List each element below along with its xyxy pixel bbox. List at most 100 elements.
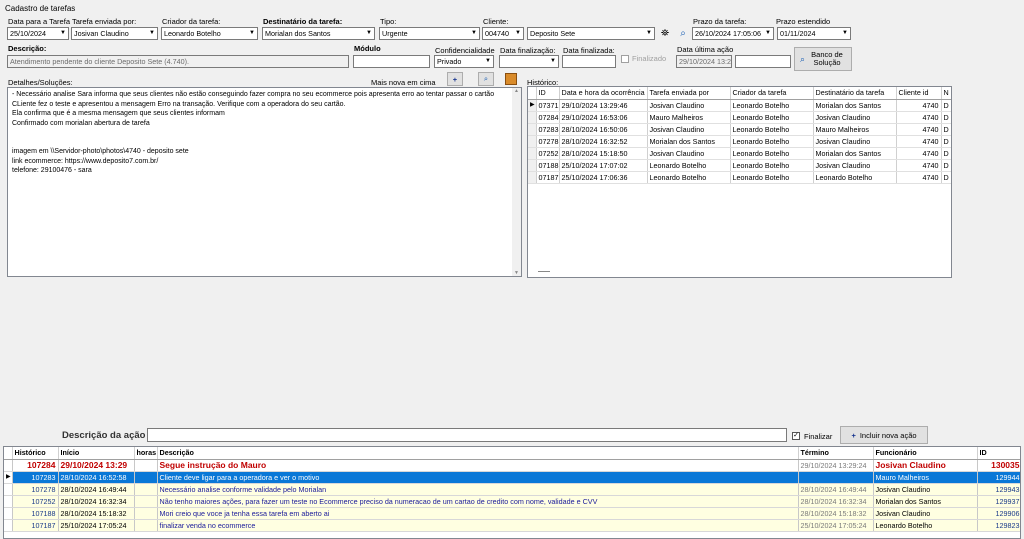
export-icon[interactable] (505, 73, 517, 85)
detalhes-textarea[interactable]: - Necessário analise Sara informa que se… (7, 87, 522, 277)
criador-select[interactable]: Leonardo Botelho ▼ (161, 27, 258, 40)
history-col-header[interactable]: ID (536, 87, 560, 100)
history-row[interactable]: 07278 28/10/2024 16:32:52 Morialan dos San… (528, 135, 951, 148)
chevron-down-icon[interactable]: ▼ (548, 56, 558, 67)
history-cell: Leonardo Botelho (730, 111, 814, 124)
actions-row[interactable]: 107278 28/10/2024 16:49:44 Necessário anal… (4, 483, 1020, 496)
magnifier-icon[interactable]: ⌕ (676, 27, 690, 40)
actions-row[interactable]: 107252 28/10/2024 16:32:34 Não tenho maior… (4, 495, 1020, 508)
actions-cell: 107188 (12, 507, 59, 520)
search-icon[interactable]: ⌕ (478, 72, 494, 86)
history-cell: Josivan Claudino (647, 147, 731, 160)
prazo-estendido-label: Prazo estendido (776, 17, 831, 26)
data-finalizacao-field[interactable]: ▼ (499, 55, 559, 68)
add-icon[interactable]: + (447, 72, 463, 86)
history-cell: Morialan dos Santos (813, 147, 897, 160)
chevron-down-icon[interactable]: ▼ (364, 28, 374, 39)
history-cell: 4740 (896, 99, 942, 112)
chevron-down-icon[interactable]: ▼ (840, 28, 850, 39)
tipo-select[interactable]: Urgente ▼ (379, 27, 480, 40)
history-row[interactable]: ▶ 07371 29/10/2024 13:29:46 Josivan Claudin… (528, 99, 951, 112)
ultima-acao-time-field[interactable] (735, 55, 791, 68)
cliente-code-select[interactable]: 004740 ▼ (482, 27, 524, 40)
chevron-down-icon[interactable]: ▼ (483, 56, 493, 67)
enviada-por-select[interactable]: Josivan Claudino ▼ (71, 27, 158, 40)
actions-current-row[interactable]: 107284 29/10/2024 13:29 Segue instrução do… (4, 459, 1020, 472)
actions-cell: 28/10/2024 16:49:44 (58, 483, 135, 496)
actions-col-header[interactable]: ID (977, 447, 1020, 460)
ultima-acao-field[interactable]: 29/10/2024 13:2 (676, 55, 732, 68)
actions-cell: Necessário analise conforme validade pel… (157, 483, 799, 496)
history-cell: Leonardo Botelho (730, 159, 814, 172)
banco-solucao-button[interactable]: ⌕ Banco de Solução (794, 47, 852, 71)
binoculars-icon[interactable]: ⛯ (658, 27, 672, 40)
actions-cell: 107187 (12, 519, 59, 532)
chevron-down-icon[interactable]: ▼ (644, 28, 654, 39)
detalhes-label: Detalhes/Soluções: (8, 78, 73, 87)
actions-cell (134, 483, 158, 496)
history-col-header[interactable]: N (941, 87, 951, 100)
history-cell: 07188 (536, 159, 560, 172)
history-col-header[interactable]: Destinatário da tarefa (813, 87, 897, 100)
finalizado-checkbox[interactable] (621, 55, 629, 63)
actions-row[interactable]: 107187 25/10/2024 17:05:24 finalizar venda… (4, 519, 1020, 532)
chevron-down-icon[interactable]: ▼ (513, 28, 523, 39)
history-col-header[interactable]: Data e hora da ocorrência (559, 87, 648, 100)
prazo-field[interactable]: 26/10/2024 17:05:06 ▼ (692, 27, 774, 40)
history-col-header[interactable]: Cliente id (896, 87, 942, 100)
chevron-down-icon[interactable]: ▼ (247, 28, 257, 39)
chevron-down-icon[interactable]: ▼ (147, 28, 157, 39)
chevron-down-icon[interactable]: ▼ (763, 28, 773, 39)
detalhes-scrollbar[interactable]: ▲ ▼ (512, 88, 521, 276)
data-tarefa-field[interactable]: 25/10/2024 ▼ (7, 27, 69, 40)
chevron-down-icon[interactable]: ▼ (469, 28, 479, 39)
ultima-acao-label: Data última ação (677, 45, 734, 54)
history-row[interactable]: 07188 25/10/2024 17:07:02 Leonardo Botelho… (528, 159, 951, 172)
actions-col-header[interactable]: horas (134, 447, 158, 460)
prazo-label: Prazo da tarefa: (693, 17, 747, 26)
history-row[interactable]: 07187 25/10/2024 17:06:36 Leonardo Botelho… (528, 171, 951, 184)
history-row[interactable]: 07283 28/10/2024 16:50:06 Josivan Claudino… (528, 123, 951, 136)
actions-col-header[interactable]: Funcionário (873, 447, 978, 460)
history-cell: Leonardo Botelho (813, 171, 897, 184)
actions-col-header[interactable]: Descrição (157, 447, 799, 460)
history-cell: D (941, 111, 951, 124)
finalizar-checkbox[interactable]: ✓ (792, 432, 800, 440)
detalhes-line: Confirmado com morialan abertura de tare… (12, 119, 150, 127)
descricao-field[interactable]: Atendimento pendente do cliente Deposito… (7, 55, 349, 68)
history-cell: 07278 (536, 135, 560, 148)
cliente-name-select[interactable]: Deposito Sete ▼ (527, 27, 655, 40)
data-tarefa-label: Data para a Tarefa (8, 17, 70, 26)
row-indicator (528, 111, 537, 124)
destinatario-select[interactable]: Morialan dos Santos ▼ (262, 27, 375, 40)
criador-label: Criador da tarefa: (162, 17, 221, 26)
actions-col-header[interactable]: Histórico (12, 447, 59, 460)
history-row[interactable]: 07252 28/10/2024 15:18:50 Josivan Claudino… (528, 147, 951, 160)
actions-row[interactable]: 107188 28/10/2024 15:18:32 Mori creio que … (4, 507, 1020, 520)
actions-col-header[interactable]: Término (798, 447, 874, 460)
history-col-header[interactable]: Criador da tarefa (730, 87, 814, 100)
history-row[interactable]: 07284 29/10/2024 16:53:06 Mauro Malheiros L… (528, 111, 951, 124)
row-indicator (528, 159, 537, 172)
actions-row[interactable]: ▶ 107283 28/10/2024 16:52:58 Cliente deve l… (4, 471, 1020, 484)
actions-cell: Josivan Claudino (873, 507, 978, 520)
actions-col-header[interactable]: Início (58, 447, 135, 460)
actions-cell (134, 519, 158, 532)
prazo-estendido-field[interactable]: 01/11/2024 ▼ (777, 27, 851, 40)
actions-cell: 28/10/2024 16:52:58 (58, 471, 135, 484)
history-col-header[interactable]: Tarefa enviada por (647, 87, 731, 100)
incluir-acao-button[interactable]: + Incluir nova ação (840, 426, 928, 444)
history-grid[interactable]: ID Data e hora da ocorrência Tarefa envi… (527, 86, 952, 278)
actions-grid[interactable]: Histórico Início horas Descrição Término… (3, 446, 1021, 539)
history-cell: Josivan Claudino (813, 135, 897, 148)
chevron-down-icon[interactable]: ▼ (58, 28, 68, 39)
grid-scroll-handle[interactable] (538, 271, 550, 272)
modulo-field[interactable] (353, 55, 430, 68)
confidencialidade-select[interactable]: Privado ▼ (434, 55, 494, 68)
history-cell: Leonardo Botelho (730, 99, 814, 112)
history-cell: 4740 (896, 123, 942, 136)
descricao-acao-input[interactable] (147, 428, 787, 442)
history-cell: Josivan Claudino (647, 99, 731, 112)
history-cell: 4740 (896, 159, 942, 172)
data-finalizada-field[interactable] (562, 55, 616, 68)
